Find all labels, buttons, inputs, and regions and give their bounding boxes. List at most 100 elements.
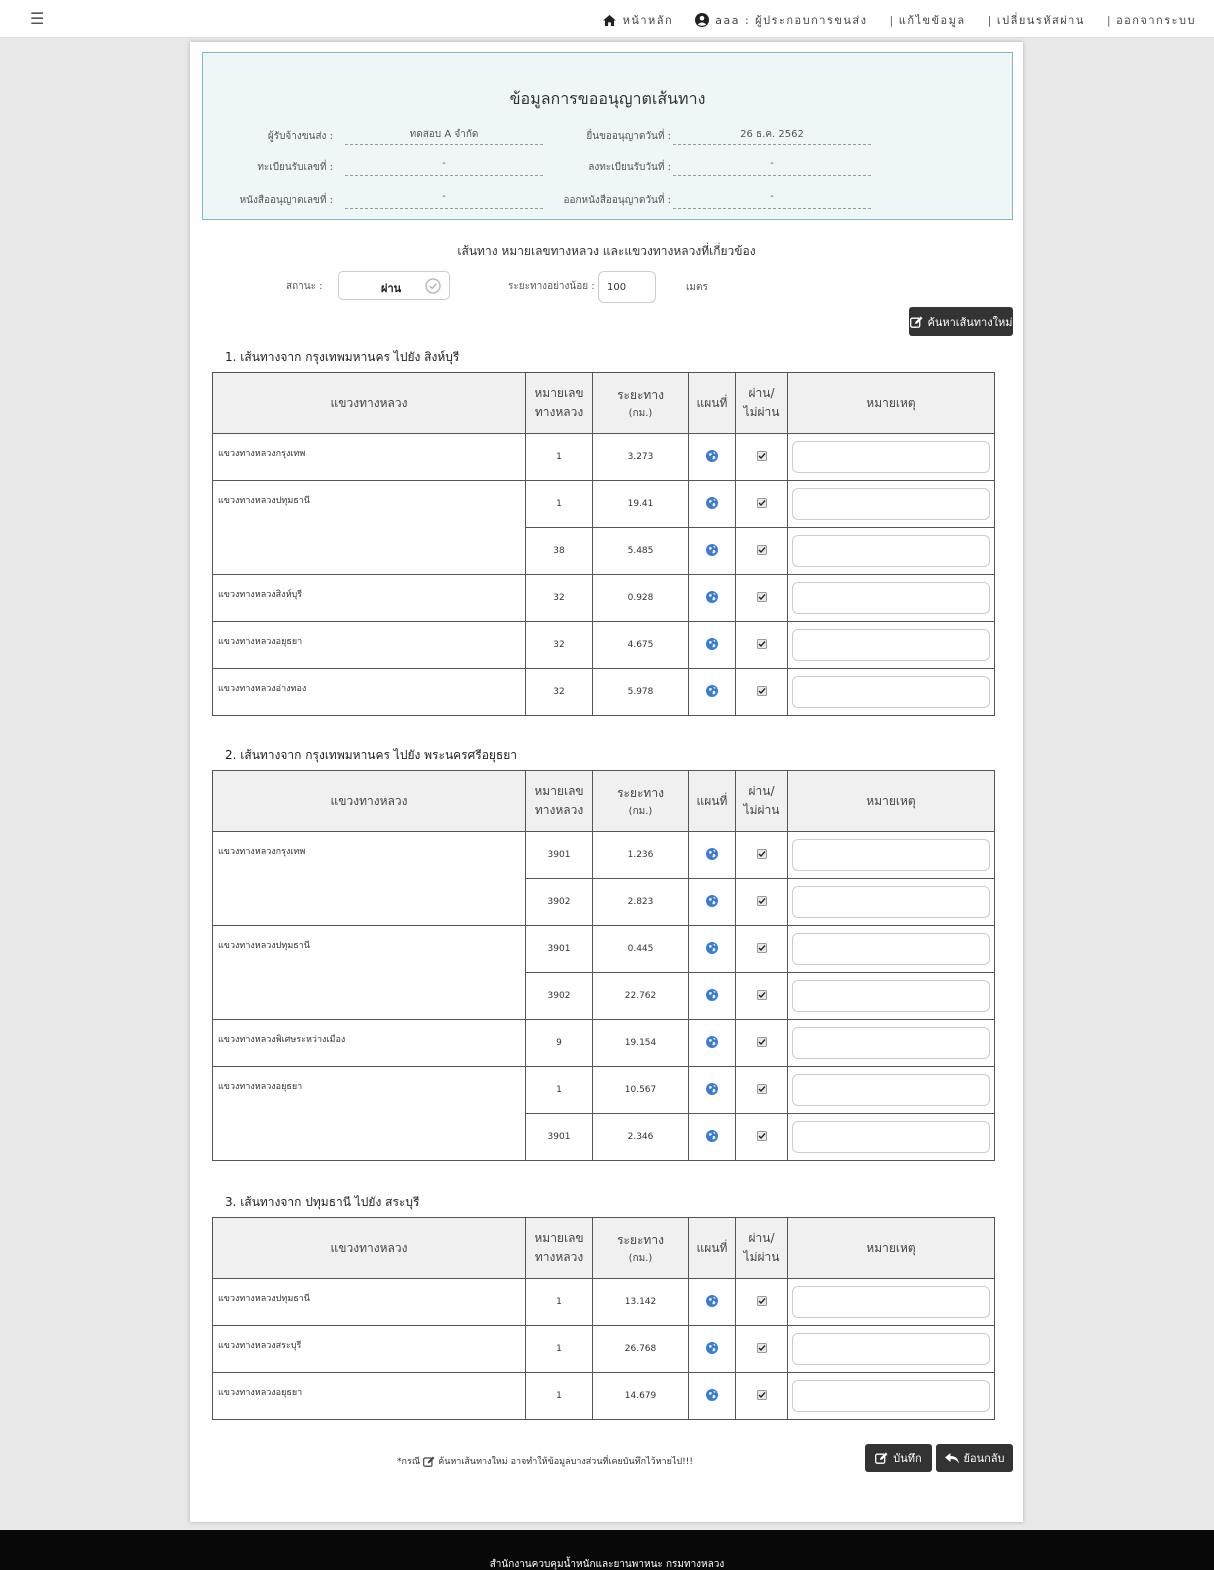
- note-input[interactable]: [792, 488, 990, 520]
- distance-cell: 14.679: [592, 1372, 689, 1420]
- note-cell: [787, 621, 995, 669]
- table-row: แขวงทางหลวงสิงห์บุรี 32 0.928: [212, 574, 995, 622]
- map-cell[interactable]: [688, 1066, 736, 1114]
- reg-date-label: ลงทะเบียนรับวันที่ :: [588, 162, 671, 173]
- note-input[interactable]: [792, 676, 990, 708]
- map-cell[interactable]: [688, 1372, 736, 1420]
- pass-checkbox-cell[interactable]: [735, 527, 788, 575]
- note-input[interactable]: [792, 441, 990, 473]
- note-cell: [787, 878, 995, 926]
- search-new-route-button[interactable]: ค้นหาเส้นทางใหม่: [909, 307, 1013, 336]
- distance-input[interactable]: 100: [598, 271, 656, 303]
- column-header-pass: ผ่าน/ไม่ผ่าน: [735, 372, 788, 434]
- distance-cell: 4.675: [592, 621, 689, 669]
- nav-logout-label: ออกจากระบบ: [1116, 14, 1196, 27]
- column-header-text: ผ่าน/: [748, 784, 775, 798]
- note-input[interactable]: [792, 1121, 990, 1153]
- checkbox-checked-icon: [756, 591, 767, 602]
- map-cell[interactable]: [688, 668, 736, 716]
- note-input[interactable]: [792, 582, 990, 614]
- note-input[interactable]: [792, 535, 990, 567]
- highway-number-cell: 3902: [525, 878, 593, 926]
- status-select[interactable]: ผ่าน: [338, 271, 450, 300]
- map-cell[interactable]: [688, 925, 736, 973]
- pass-checkbox-cell[interactable]: [735, 1325, 788, 1373]
- map-cell[interactable]: [688, 433, 736, 481]
- district-cell: แขวงทางหลวงปทุมธานี: [212, 1278, 526, 1326]
- distance-value: 0.445: [627, 944, 654, 954]
- pass-checkbox-cell[interactable]: [735, 1278, 788, 1326]
- distance-value: 19.154: [624, 1038, 657, 1048]
- map-cell[interactable]: [688, 527, 736, 575]
- pass-checkbox-cell[interactable]: [735, 574, 788, 622]
- note-input[interactable]: [792, 1027, 990, 1059]
- edit-icon: [909, 316, 922, 328]
- distance-value: 26.768: [624, 1344, 657, 1354]
- district-cell: แขวงทางหลวงพิเศษระหว่างเมือง: [212, 1019, 526, 1067]
- column-header-text: ไม่ผ่าน: [743, 1250, 780, 1264]
- pass-checkbox-cell[interactable]: [735, 1113, 788, 1161]
- map-cell[interactable]: [688, 1325, 736, 1373]
- highway-number-cell: 9: [525, 1019, 593, 1067]
- note-input[interactable]: [792, 980, 990, 1012]
- note-input[interactable]: [792, 886, 990, 918]
- routes-heading: เส้นทาง หมายเลขทางหลวง และแขวงทางหลวงที่…: [457, 244, 756, 258]
- checkbox-checked-icon: [756, 1342, 767, 1353]
- note-input[interactable]: [792, 1333, 990, 1365]
- nav-logout-link[interactable]: | ออกจากระบบ: [1107, 11, 1196, 29]
- note-input[interactable]: [792, 839, 990, 871]
- footer-text: สำนักงานควบคุมน้ำหนักและยานพาหนะ กรมทางห…: [489, 1559, 725, 1570]
- distance-value: 22.762: [624, 991, 657, 1001]
- route-table: แขวงทางหลวง หมายเลข ทางหลวง ระยะทาง (กม.) แผน…: [212, 372, 995, 716]
- pass-checkbox-cell[interactable]: [735, 1066, 788, 1114]
- pass-checkbox-cell[interactable]: [735, 925, 788, 973]
- column-header-map: แผนที่: [688, 770, 736, 832]
- hamburger-icon[interactable]: ☰: [30, 9, 44, 28]
- back-button[interactable]: ย้อนกลับ: [936, 1444, 1013, 1472]
- pass-checkbox-cell[interactable]: [735, 668, 788, 716]
- save-button[interactable]: บันทึก: [865, 1444, 932, 1472]
- globe-map-icon: [706, 847, 718, 860]
- nav-home-link[interactable]: หน้าหลัก: [602, 11, 674, 29]
- pass-checkbox-cell[interactable]: [735, 621, 788, 669]
- district-name: แขวงทางหลวงอยุธยา: [218, 637, 303, 647]
- note-input[interactable]: [792, 629, 990, 661]
- distance-cell: 5.978: [592, 668, 689, 716]
- map-cell[interactable]: [688, 878, 736, 926]
- table-row: แขวงทางหลวงสระบุรี 1 26.768: [212, 1325, 995, 1373]
- note-cell: [787, 1019, 995, 1067]
- pass-checkbox-cell[interactable]: [735, 831, 788, 879]
- distance-value: 5.978: [627, 687, 654, 697]
- distance-value: 4.675: [627, 640, 654, 650]
- map-cell[interactable]: [688, 480, 736, 528]
- table-row: แขวงทางหลวงอ่างทอง 32 5.978: [212, 668, 995, 716]
- pass-checkbox-cell[interactable]: [735, 480, 788, 528]
- note-input[interactable]: [792, 1286, 990, 1318]
- map-cell[interactable]: [688, 1113, 736, 1161]
- pass-checkbox-cell[interactable]: [735, 972, 788, 1020]
- note-input[interactable]: [792, 933, 990, 965]
- permit-date-value: -: [673, 191, 871, 209]
- request-date-label: ยื่นขออนุญาตวันที่ :: [586, 131, 671, 142]
- district-name: แขวงทางหลวงกรุงเทพ: [218, 449, 306, 459]
- note-input[interactable]: [792, 1074, 990, 1106]
- note-input[interactable]: [792, 1380, 990, 1412]
- pass-checkbox-cell[interactable]: [735, 878, 788, 926]
- pass-checkbox-cell[interactable]: [735, 433, 788, 481]
- nav-edit-profile-link[interactable]: | แก้ไขข้อมูล: [890, 11, 966, 29]
- column-header-text: (กม.): [628, 1252, 653, 1264]
- column-header-text: แขวงทางหลวง: [330, 793, 408, 808]
- map-cell[interactable]: [688, 1278, 736, 1326]
- map-cell[interactable]: [688, 621, 736, 669]
- highway-number-cell: 1: [525, 1325, 593, 1373]
- map-cell[interactable]: [688, 972, 736, 1020]
- pass-checkbox-cell[interactable]: [735, 1019, 788, 1067]
- column-header-district: แขวงทางหลวง: [212, 770, 526, 832]
- globe-map-icon: [706, 637, 718, 650]
- map-cell[interactable]: [688, 574, 736, 622]
- column-header-text: หมายเลข: [534, 386, 584, 400]
- nav-change-password-link[interactable]: | เปลี่ยนรหัสผ่าน: [988, 11, 1085, 29]
- map-cell[interactable]: [688, 831, 736, 879]
- map-cell[interactable]: [688, 1019, 736, 1067]
- pass-checkbox-cell[interactable]: [735, 1372, 788, 1420]
